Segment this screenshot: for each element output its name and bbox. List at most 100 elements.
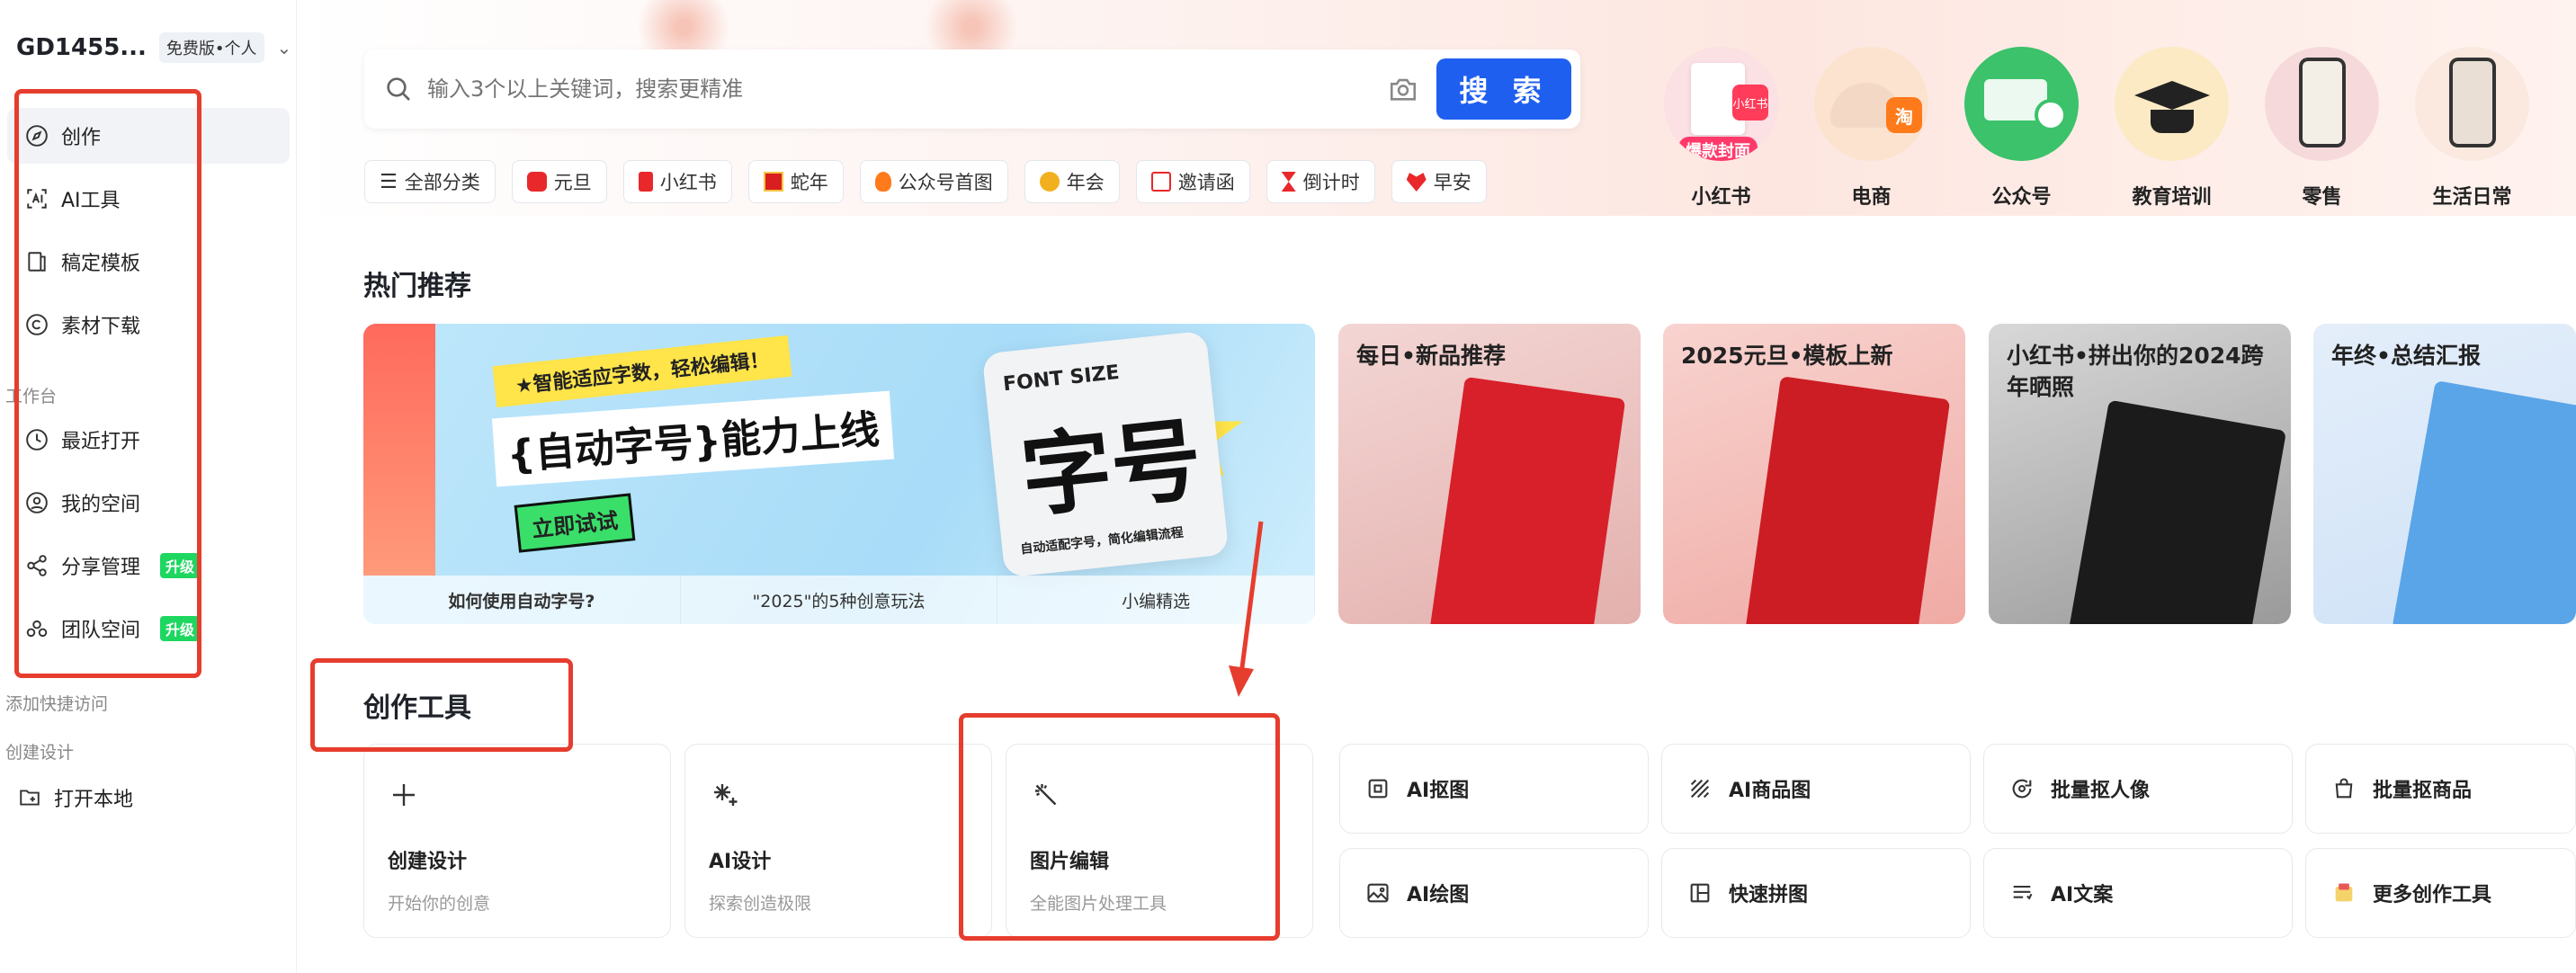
feature-banner[interactable]: ★智能适应字数，轻松编辑！ {自动字号}能力上线 立即试试 FONT SIZE … [363, 324, 1315, 624]
envelope-icon [1150, 172, 1171, 192]
phone-thumb [2449, 58, 2496, 147]
banner-prev-slide[interactable] [363, 324, 435, 576]
team-icon [26, 620, 48, 638]
recommend-tile-new-year[interactable]: 2025元旦•模板上新 [1663, 324, 1965, 624]
category-wechat[interactable]: 公众号 [1964, 47, 2079, 210]
camera-icon[interactable] [1388, 74, 1418, 104]
category-ecommerce[interactable]: 淘 电商 [1814, 47, 1928, 210]
banner-try-button[interactable]: 立即试试 [514, 493, 636, 553]
category-thumbnail [2415, 47, 2529, 161]
chip-wechat-cover[interactable]: 公众号首图 [859, 160, 1008, 203]
recommend-tile-xhs-2024[interactable]: 小红书•拼出你的2024跨年晒照 [1989, 324, 2291, 624]
sidebar: GD1455... 免费版•个人 ⌄ 创作 AI工具 稿定模板 素材下载 工作台… [0, 0, 297, 973]
sidebar-item-my-space[interactable]: 我的空间 [7, 475, 290, 531]
tool-batch-product-cutout[interactable]: 批量抠商品 [2305, 744, 2576, 834]
tool-ai-product-image[interactable]: AI商品图 [1661, 744, 1971, 834]
hourglass-icon [1281, 172, 1296, 192]
search-bar: 搜 索 [364, 49, 1580, 129]
tool-ai-cutout[interactable]: AI抠图 [1339, 744, 1649, 834]
text-lines-icon [2013, 885, 2033, 900]
tool-ai-drawing[interactable]: AI绘图 [1339, 848, 1649, 938]
taobao-logo: 淘 [1886, 97, 1922, 133]
category-xiaohongshu[interactable]: 小红书 爆款封面 小红书 [1664, 47, 1778, 210]
sidebar-item-label: 素材下载 [61, 316, 141, 338]
category-retail[interactable]: 零售 [2265, 47, 2379, 210]
refresh-portrait-icon [2012, 779, 2032, 799]
plus-icon [393, 784, 415, 806]
category-circles: 小红书 爆款封面 小红书 淘 电商 公众号 教育培训 零售 生活日常 [1664, 47, 2529, 210]
sidebar-item-templates[interactable]: 稿定模板 [7, 234, 290, 290]
heart-icon [1406, 173, 1427, 192]
snake-icon [763, 172, 783, 192]
category-thumbnail: 小红书 爆款封面 [1664, 47, 1778, 161]
sidebar-item-assets[interactable]: 素材下载 [7, 297, 290, 353]
chip-good-morning[interactable]: 早安 [1391, 160, 1487, 203]
category-thumbnail [2265, 47, 2379, 161]
poster-thumb [1428, 376, 1626, 624]
sidebar-item-open-local[interactable]: 打开本地 [0, 770, 282, 826]
sidebar-item-share[interactable]: 分享管理 升级 [7, 538, 290, 594]
sidebar-item-label: 最近打开 [61, 431, 141, 453]
tool-more-tools[interactable]: 更多创作工具 [2305, 848, 2576, 938]
tool-image-edit[interactable]: 图片编辑 全能图片处理工具 [1006, 744, 1313, 938]
tool-ai-design[interactable]: AI设计 探索创造极限 [684, 744, 992, 938]
quick-access-label[interactable]: 添加快捷访问 [5, 691, 108, 715]
template-icon [28, 252, 46, 272]
banner-tab[interactable]: 如何使用自动字号? [363, 576, 681, 624]
banner-tab[interactable]: "2025"的5种创意玩法 [681, 576, 998, 624]
tool-batch-portrait-cutout[interactable]: 批量抠人像 [1983, 744, 2293, 834]
magic-wand-icon [1035, 784, 1057, 806]
chip-xiaohongshu[interactable]: 小红书 [622, 160, 732, 203]
category-chips: ☰ 全部分类 元旦 小红书 蛇年 公众号首图 年会 邀请函 倒计时 早安 [364, 160, 1487, 203]
menu-icon: ☰ [380, 170, 398, 193]
workspace-label: 工作台 [5, 387, 58, 406]
sidebar-item-label: 稿定模板 [61, 253, 141, 275]
sparkle-icon [714, 784, 738, 806]
chip-annual-party[interactable]: 年会 [1024, 160, 1120, 203]
chip-all[interactable]: ☰ 全部分类 [364, 160, 496, 203]
tool-ai-copywriting[interactable]: AI文案 [1983, 848, 2293, 938]
sidebar-item-ai-tools[interactable]: AI工具 [7, 171, 290, 227]
category-education[interactable]: 教育培训 [2115, 47, 2229, 210]
category-thumbnail [1964, 47, 2079, 161]
card-caption: FONT SIZE [1002, 361, 1121, 397]
folder-plus-icon [20, 790, 40, 806]
lantern-icon [526, 172, 547, 192]
hot-section-title: 热门推荐 [363, 271, 471, 302]
tool-create-design[interactable]: 创建设计 开始你的创意 [363, 744, 671, 938]
category-daily-life[interactable]: 生活日常 [2415, 47, 2529, 210]
sidebar-item-recent[interactable]: 最近打开 [7, 412, 290, 468]
sidebar-item-label: 我的空间 [61, 494, 141, 516]
layout-icon [1690, 883, 1710, 903]
banner-tabs: 如何使用自动字号? "2025"的5种创意玩法 小编精选 [363, 576, 1315, 624]
toolbox-icon [2335, 883, 2353, 902]
sidebar-item-team[interactable]: 团队空间 升级 [7, 601, 290, 656]
search-button[interactable]: 搜 索 [1436, 58, 1571, 120]
card-big-text: 字号 [1016, 406, 1207, 531]
fireworks-decoration [612, 0, 756, 54]
search-icon [387, 77, 410, 101]
ai-icon [27, 189, 47, 209]
chip-countdown[interactable]: 倒计时 [1266, 160, 1375, 203]
chip-invitation[interactable]: 邀请函 [1135, 160, 1250, 203]
chevron-down-icon: ⌄ [276, 37, 292, 58]
xhs-logo: 小红书 [1732, 85, 1768, 121]
search-input[interactable] [427, 76, 1388, 102]
plan-badge: 免费版•个人 [158, 32, 264, 63]
poster-thumb [2392, 380, 2576, 624]
chip-snake-year[interactable]: 蛇年 [747, 160, 844, 203]
sidebar-item-label: 分享管理 [61, 557, 141, 579]
recommend-tile-daily[interactable]: 每日•新品推荐 [1338, 324, 1641, 624]
upgrade-badge: 升级 [160, 553, 201, 578]
account-switcher[interactable]: GD1455... 免费版•个人 ⌄ [16, 32, 291, 63]
banner-tab[interactable]: 小编精选 [997, 576, 1315, 624]
create-design-label: 创建设计 [5, 743, 75, 763]
shopping-bag-icon [2335, 778, 2353, 799]
recommend-tile-annual-report[interactable]: 年终•总结汇报 [2313, 324, 2576, 624]
tool-quick-collage[interactable]: 快速拼图 [1661, 848, 1971, 938]
product-image-icon [1690, 779, 1710, 799]
category-thumbnail: 淘 [1814, 47, 1928, 161]
copyright-icon [26, 314, 48, 335]
sidebar-item-create[interactable]: 创作 [7, 108, 290, 164]
chip-new-year[interactable]: 元旦 [511, 160, 607, 203]
